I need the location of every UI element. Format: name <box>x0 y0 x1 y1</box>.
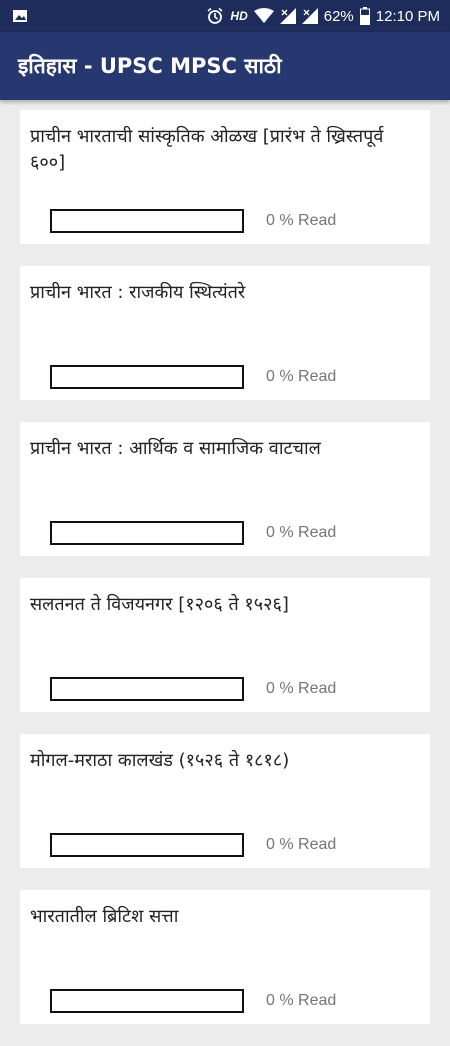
chapter-card[interactable]: भारतातील ब्रिटिश सत्ता 0 % Read <box>20 890 430 1024</box>
progress-label: 0 % Read <box>266 368 337 385</box>
hd-label: HD <box>230 9 248 23</box>
chapter-card[interactable]: प्राचीन भारत : राजकीय स्थित्यंतरे 0 % Re… <box>20 266 430 400</box>
chapter-card[interactable]: मोगल-मराठा कालखंड (१५२६ ते १८१८) 0 % Rea… <box>20 734 430 868</box>
chapter-title: भारतातील ब्रिटिश सत्ता <box>30 906 179 927</box>
progress-row: 0 % Read <box>50 209 336 233</box>
image-icon <box>12 8 28 24</box>
progress-label: 0 % Read <box>266 524 337 541</box>
signal-icon <box>301 8 318 24</box>
chapter-card[interactable]: सलतनत ते विजयनगर [१२०६ ते १५२६] 0 % Read <box>20 578 430 712</box>
progress-label: 0 % Read <box>266 836 337 853</box>
progress-row: 0 % Read <box>50 365 336 389</box>
progress-bar <box>50 521 244 545</box>
chapter-title: सलतनत ते विजयनगर [१२०६ ते १५२६] <box>30 594 289 615</box>
battery-percent: 62% <box>323 7 354 25</box>
signal-icon <box>279 8 296 24</box>
progress-bar <box>50 209 244 233</box>
wifi-icon <box>253 8 274 24</box>
chapter-card[interactable]: प्राचीन भारत : आर्थिक व सामाजिक वाटचाल 0… <box>20 422 430 556</box>
chapter-title: मोगल-मराठा कालखंड (१५२६ ते १८१८) <box>30 750 290 771</box>
battery-icon <box>359 7 370 25</box>
chapter-title: प्राचीन भारत : आर्थिक व सामाजिक वाटचाल <box>30 438 321 459</box>
progress-bar <box>50 365 244 389</box>
progress-row: 0 % Read <box>50 521 336 545</box>
progress-bar <box>50 833 244 857</box>
progress-row: 0 % Read <box>50 989 336 1013</box>
progress-label: 0 % Read <box>266 680 337 697</box>
status-bar: HD 62% 12:10 PM <box>0 0 450 32</box>
app-bar: इतिहास - UPSC MPSC साठी <box>0 32 450 100</box>
page-title: इतिहास - UPSC MPSC साठी <box>18 54 282 78</box>
progress-bar <box>50 989 244 1013</box>
progress-row: 0 % Read <box>50 677 336 701</box>
progress-row: 0 % Read <box>50 833 336 857</box>
chapter-title: प्राचीन भारताची सांस्कृतिक ओळख [प्रारंभ … <box>30 126 384 173</box>
progress-bar <box>50 677 244 701</box>
chapter-title: प्राचीन भारत : राजकीय स्थित्यंतरे <box>30 282 246 303</box>
progress-label: 0 % Read <box>266 992 337 1009</box>
alarm-icon <box>206 7 224 25</box>
progress-label: 0 % Read <box>266 212 337 229</box>
chapter-list: प्राचीन भारताची सांस्कृतिक ओळख [प्रारंभ … <box>20 110 430 1046</box>
chapter-card[interactable]: प्राचीन भारताची सांस्कृतिक ओळख [प्रारंभ … <box>20 110 430 244</box>
clock: 12:10 PM <box>375 7 440 25</box>
